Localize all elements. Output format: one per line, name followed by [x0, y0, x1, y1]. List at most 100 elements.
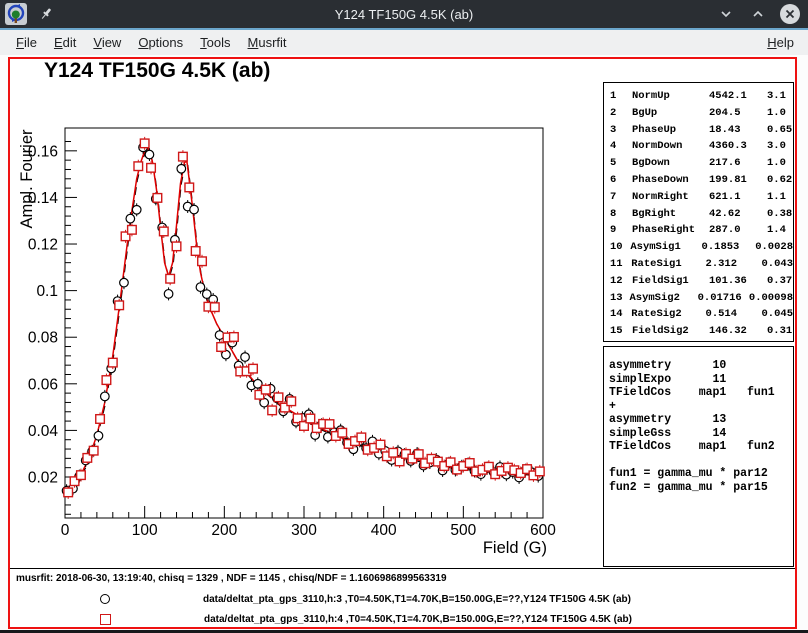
- data-point-square: [64, 488, 73, 497]
- data-point-square: [147, 164, 156, 173]
- data-point-square: [287, 397, 296, 406]
- y-tick-label: 0.08: [28, 330, 58, 347]
- param-name: NormUp: [632, 88, 709, 105]
- x-tick-label: 400: [371, 522, 397, 539]
- param-name: AsymSig1: [630, 239, 701, 256]
- param-val: 0.1853: [702, 239, 756, 256]
- param-err: 1.0: [767, 155, 793, 172]
- param-val: 146.32: [709, 323, 767, 340]
- param-err: 0.045: [762, 306, 794, 323]
- data-point-circle: [177, 164, 186, 173]
- data-point-circle: [241, 353, 250, 362]
- param-num: 7: [604, 189, 632, 206]
- param-name: PhaseDown: [632, 172, 709, 189]
- data-point-square: [210, 303, 219, 312]
- param-name: NormRight: [632, 189, 709, 206]
- param-name: NormDown: [632, 138, 709, 155]
- data-point-square: [414, 450, 423, 459]
- close-button[interactable]: [780, 4, 800, 24]
- param-err: 1.0: [767, 105, 793, 122]
- param-num: 8: [604, 206, 632, 223]
- menu-item-file[interactable]: File: [16, 35, 37, 50]
- x-tick-label: 600: [530, 522, 556, 539]
- param-val: 2.312: [706, 256, 762, 273]
- data-point-circle: [196, 283, 205, 292]
- param-row: 10AsymSig10.18530.0028: [604, 239, 793, 256]
- data-point-square: [376, 440, 385, 449]
- minimize-button[interactable]: [716, 4, 736, 24]
- data-point-circle: [132, 205, 141, 214]
- param-err: 0.38: [767, 206, 793, 223]
- maximize-button[interactable]: [748, 4, 768, 24]
- info-divider: [10, 568, 795, 569]
- data-point-square: [268, 406, 277, 415]
- param-val: 0.01716: [698, 290, 749, 307]
- x-tick-label: 0: [61, 522, 70, 539]
- menu-item-musrfit[interactable]: Musrfit: [248, 35, 287, 50]
- menu-item-view[interactable]: View: [93, 35, 121, 50]
- param-num: 15: [604, 323, 632, 340]
- data-point-square: [166, 274, 175, 283]
- param-row: 9PhaseRight287.01.4: [604, 222, 793, 239]
- fit-curve-red: [65, 149, 543, 494]
- menu-item-tools[interactable]: Tools: [200, 35, 230, 50]
- data-point-square: [274, 393, 283, 402]
- data-point-square: [261, 385, 270, 394]
- param-row: 2BgUp204.51.0: [604, 105, 793, 122]
- param-row: 6PhaseDown199.810.62: [604, 172, 793, 189]
- param-err: 0.37: [767, 273, 793, 290]
- param-name: BgDown: [632, 155, 709, 172]
- param-row: 7NormRight621.11.1: [604, 189, 793, 206]
- param-err: 1.4: [767, 222, 793, 239]
- data-point-square: [77, 471, 86, 480]
- data-point-square: [128, 226, 137, 235]
- param-name: FieldSig1: [632, 273, 709, 290]
- param-val: 42.62: [709, 206, 767, 223]
- param-val: 204.5: [709, 105, 767, 122]
- param-err: 3.0: [767, 138, 793, 155]
- data-point-square: [140, 139, 149, 148]
- param-row: 3PhaseUp18.430.65: [604, 122, 793, 139]
- param-err: 0.043: [762, 256, 794, 273]
- y-axis-title: Ampl. Fourier: [18, 129, 36, 229]
- data-point-square: [102, 376, 111, 385]
- param-name: BgUp: [632, 105, 709, 122]
- data-point-square: [153, 194, 162, 203]
- param-num: 1: [604, 88, 632, 105]
- param-row: 15FieldSig2146.320.31: [604, 323, 793, 340]
- menu-item-options[interactable]: Options: [138, 35, 183, 50]
- param-val: 287.0: [709, 222, 767, 239]
- param-err: 0.62: [767, 172, 793, 189]
- data-point-square: [465, 459, 474, 468]
- menu-item-help[interactable]: Help: [767, 35, 794, 50]
- param-name: BgRight: [632, 206, 709, 223]
- param-val: 0.514: [706, 306, 762, 323]
- param-err: 0.0028: [755, 239, 793, 256]
- legend-entry-h4[interactable]: data/deltat_pta_gps_3110,h:4 ,T0=4.50K,T…: [10, 610, 632, 628]
- x-tick-label: 500: [450, 522, 476, 539]
- fit-curve-black-dashed: [66, 150, 544, 495]
- data-point-square: [172, 242, 181, 251]
- x-tick-label: 200: [211, 522, 237, 539]
- titlebar[interactable]: Y124 TF150G 4.5K (ab): [0, 0, 808, 28]
- param-num: 4: [604, 138, 632, 155]
- data-point-circle: [190, 205, 199, 214]
- param-num: 12: [604, 273, 632, 290]
- data-point-circle: [164, 290, 173, 299]
- theory-function-box[interactable]: asymmetry 10 simplExpo 11 TFieldCos map1…: [603, 346, 794, 567]
- data-point-square: [134, 162, 143, 171]
- data-point-circle: [126, 214, 135, 223]
- data-point-square: [159, 227, 168, 236]
- legend-entry-h3[interactable]: data/deltat_pta_gps_3110,h:3 ,T0=4.50K,T…: [10, 590, 631, 608]
- param-err: 0.00098: [749, 290, 793, 307]
- x-tick-label: 300: [291, 522, 317, 539]
- data-point-square: [89, 446, 98, 455]
- fit-parameters-box[interactable]: 1NormUp4542.13.12BgUp204.51.03PhaseUp18.…: [603, 82, 794, 342]
- param-name: PhaseUp: [632, 122, 709, 139]
- root-canvas[interactable]: Y124 TF150G 4.5K (ab) 010020030040050060…: [8, 57, 797, 629]
- param-row: 13AsymSig20.017160.00098: [604, 290, 793, 307]
- data-point-square: [198, 257, 207, 266]
- param-err: 1.1: [767, 189, 793, 206]
- data-point-square: [230, 333, 239, 342]
- menu-item-edit[interactable]: Edit: [54, 35, 76, 50]
